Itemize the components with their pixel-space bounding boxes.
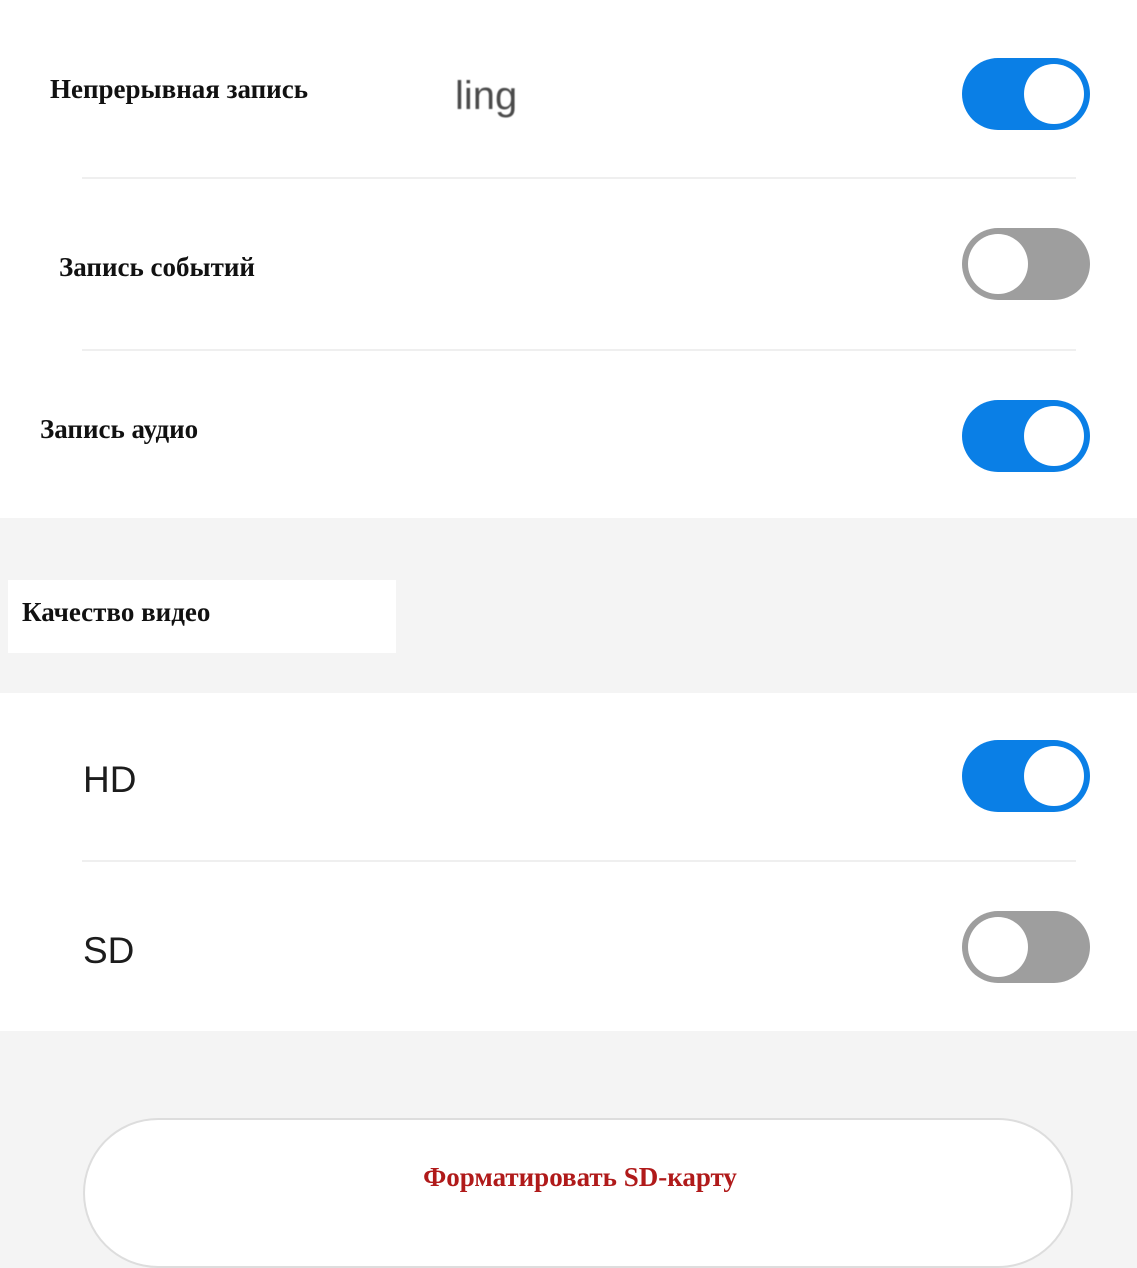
toggle-knob	[1024, 406, 1084, 466]
continuous-recording-toggle[interactable]	[962, 58, 1090, 130]
toggle-knob	[968, 917, 1028, 977]
event-recording-label: Запись событий	[59, 252, 255, 282]
quality-hd-toggle[interactable]	[962, 740, 1090, 812]
video-quality-panel: HD SD	[0, 693, 1137, 1031]
format-sd-card-label: Форматировать SD-карту	[423, 1162, 737, 1192]
quality-option-label: HD	[83, 759, 137, 800]
continuous-recording-row: Непрерывная запись ling	[0, 0, 1137, 177]
toggle-knob	[1024, 64, 1084, 124]
recording-settings-panel: Непрерывная запись ling Запись событий З…	[0, 0, 1137, 518]
quality-sd-toggle[interactable]	[962, 911, 1090, 983]
continuous-recording-label: Непрерывная запись	[50, 74, 309, 104]
video-quality-title: Качество видео	[22, 597, 211, 627]
video-quality-header: Качество видео	[8, 580, 396, 653]
event-recording-toggle[interactable]	[962, 228, 1090, 300]
audio-recording-row: Запись аудио	[0, 351, 1137, 518]
audio-recording-toggle[interactable]	[962, 400, 1090, 472]
underlying-text-fragment: ling	[455, 74, 518, 118]
quality-option-label: SD	[83, 930, 135, 971]
event-recording-row: Запись событий	[0, 179, 1137, 349]
format-sd-card-button[interactable]: Форматировать SD-карту	[83, 1118, 1073, 1268]
toggle-knob	[1024, 746, 1084, 806]
quality-option-hd-row: HD	[0, 693, 1137, 860]
audio-recording-label: Запись аудио	[40, 414, 199, 444]
quality-option-sd-row: SD	[0, 862, 1137, 1031]
toggle-knob	[968, 234, 1028, 294]
